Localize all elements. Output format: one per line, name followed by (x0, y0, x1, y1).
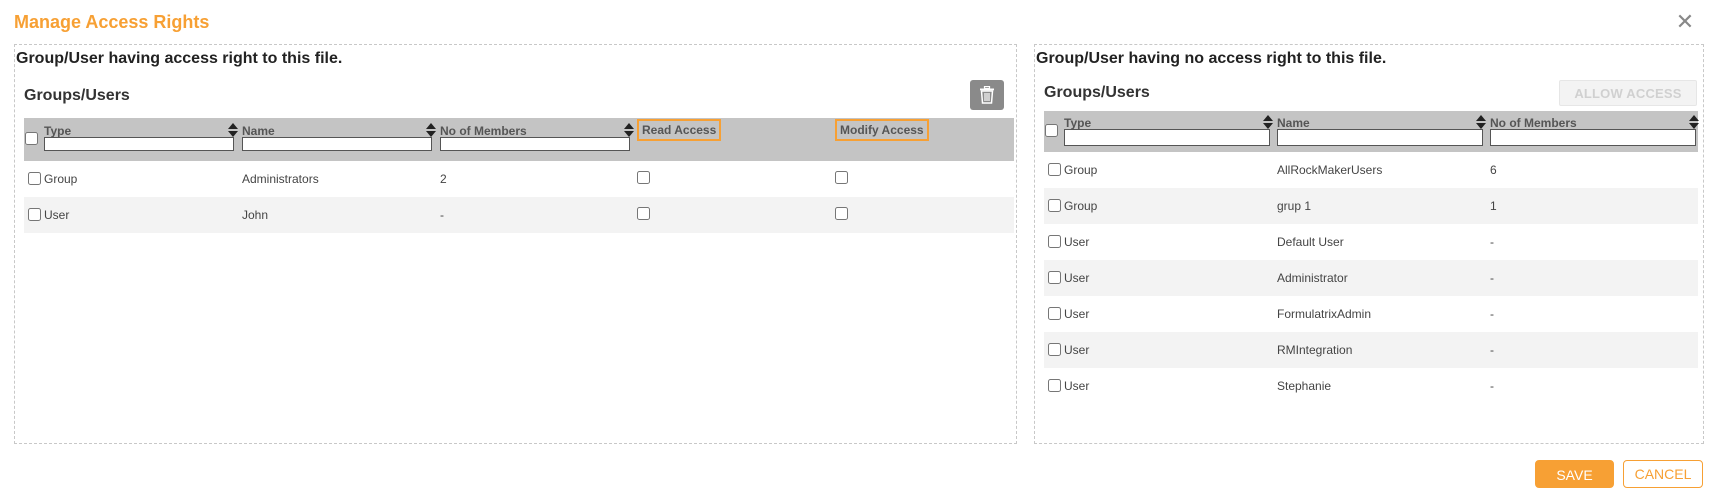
row-checkbox[interactable] (1048, 307, 1061, 320)
row-checkbox[interactable] (28, 172, 41, 185)
row-type: User (1064, 307, 1090, 321)
select-all-checkbox[interactable] (25, 132, 38, 145)
save-button[interactable]: SAVE (1535, 460, 1614, 488)
column-type-label: Type (1064, 116, 1092, 130)
sort-icon[interactable] (1263, 115, 1273, 129)
row-name: John (242, 208, 269, 222)
close-icon[interactable]: ✕ (1673, 10, 1697, 34)
row-type: User (44, 208, 70, 222)
denied-grid: Type Name No of Members Group AllRockMak… (1044, 111, 1699, 404)
delete-button[interactable] (970, 80, 1004, 110)
row-name: grup 1 (1277, 199, 1312, 213)
column-type: Type (44, 118, 240, 161)
row-type: User (1064, 271, 1090, 285)
table-row: User Administrator - (1044, 260, 1698, 296)
column-type-label: Type (44, 124, 72, 138)
modify-access-checkbox[interactable] (835, 207, 848, 220)
row-type: Group (1064, 199, 1098, 213)
row-name: AllRockMakerUsers (1277, 163, 1383, 177)
section-title: Groups/Users (1044, 84, 1150, 101)
row-checkbox[interactable] (1048, 199, 1061, 212)
row-members: 2 (440, 172, 447, 186)
panel-heading: Group/User having access right to this f… (16, 50, 343, 67)
trash-icon (980, 86, 994, 104)
row-checkbox[interactable] (1048, 343, 1061, 356)
column-name: Name (242, 118, 438, 161)
row-type: User (1064, 235, 1090, 249)
column-name: Name (1277, 111, 1489, 152)
allow-access-button[interactable]: ALLOW ACCESS (1559, 80, 1697, 106)
column-members: No of Members (440, 118, 636, 161)
access-denied-panel: Group/User having no access right to thi… (1034, 44, 1704, 444)
type-filter-input[interactable] (1064, 129, 1270, 146)
modify-access-checkbox[interactable] (835, 171, 848, 184)
row-name: FormulatrixAdmin (1277, 307, 1372, 321)
grid-header: Type Name No of Members (1044, 111, 1699, 152)
name-filter-input[interactable] (242, 137, 432, 151)
column-members-label: No of Members (1490, 116, 1577, 130)
row-members: - (440, 208, 444, 222)
column-read-access[interactable]: Read Access (637, 119, 722, 141)
members-filter-input[interactable] (1490, 129, 1696, 146)
sort-icon[interactable] (1689, 115, 1699, 129)
row-name: RMIntegration (1277, 343, 1353, 357)
table-row: User Stephanie - (1044, 368, 1698, 404)
row-type: User (1064, 379, 1090, 393)
name-filter-input[interactable] (1277, 129, 1483, 146)
access-granted-panel: Group/User having access right to this f… (14, 44, 1017, 444)
row-name: Default User (1277, 235, 1344, 249)
sort-icon[interactable] (624, 123, 634, 137)
type-filter-input[interactable] (44, 137, 234, 151)
row-checkbox[interactable] (1048, 163, 1061, 176)
row-members: - (1490, 343, 1494, 357)
row-members: - (1490, 235, 1494, 249)
table-row: Group grup 1 1 (1044, 188, 1698, 224)
table-row: User RMIntegration - (1044, 332, 1698, 368)
row-checkbox[interactable] (1048, 379, 1061, 392)
row-members: 6 (1490, 163, 1497, 177)
column-name-label: Name (1277, 116, 1310, 130)
grid-header: Type Name No of Members Read Access Modi… (24, 118, 1014, 161)
column-name-label: Name (242, 124, 275, 138)
table-row: User John - (24, 197, 1014, 233)
table-row: User FormulatrixAdmin - (1044, 296, 1698, 332)
row-name: Administrator (1277, 271, 1348, 285)
cancel-button[interactable]: CANCEL (1623, 460, 1703, 488)
granted-grid: Type Name No of Members Read Access Modi… (24, 118, 1014, 233)
row-members: - (1490, 271, 1494, 285)
panel-heading: Group/User having no access right to thi… (1036, 50, 1387, 67)
table-row: User Default User - (1044, 224, 1698, 260)
table-row: Group AllRockMakerUsers 6 (1044, 152, 1698, 188)
sort-icon[interactable] (228, 123, 238, 137)
row-checkbox[interactable] (1048, 271, 1061, 284)
members-filter-input[interactable] (440, 137, 630, 151)
dialog-title: Manage Access Rights (14, 12, 210, 32)
row-type: User (1064, 343, 1090, 357)
section-title: Groups/Users (24, 87, 130, 104)
table-row: Group Administrators 2 (24, 161, 1014, 197)
sort-icon[interactable] (426, 123, 436, 137)
row-members: - (1490, 379, 1494, 393)
read-access-checkbox[interactable] (637, 171, 650, 184)
column-members-label: No of Members (440, 124, 527, 138)
column-members: No of Members (1490, 111, 1702, 152)
row-name: Stephanie (1277, 379, 1332, 393)
read-access-checkbox[interactable] (637, 207, 650, 220)
column-modify-access[interactable]: Modify Access (835, 119, 929, 141)
row-members: 1 (1490, 199, 1497, 213)
row-type: Group (44, 172, 78, 186)
row-members: - (1490, 307, 1494, 321)
row-checkbox[interactable] (28, 208, 41, 221)
sort-icon[interactable] (1476, 115, 1486, 129)
select-all-checkbox[interactable] (1045, 124, 1058, 137)
column-type: Type (1064, 111, 1276, 152)
row-name: Administrators (242, 172, 319, 186)
row-checkbox[interactable] (1048, 235, 1061, 248)
row-type: Group (1064, 163, 1098, 177)
